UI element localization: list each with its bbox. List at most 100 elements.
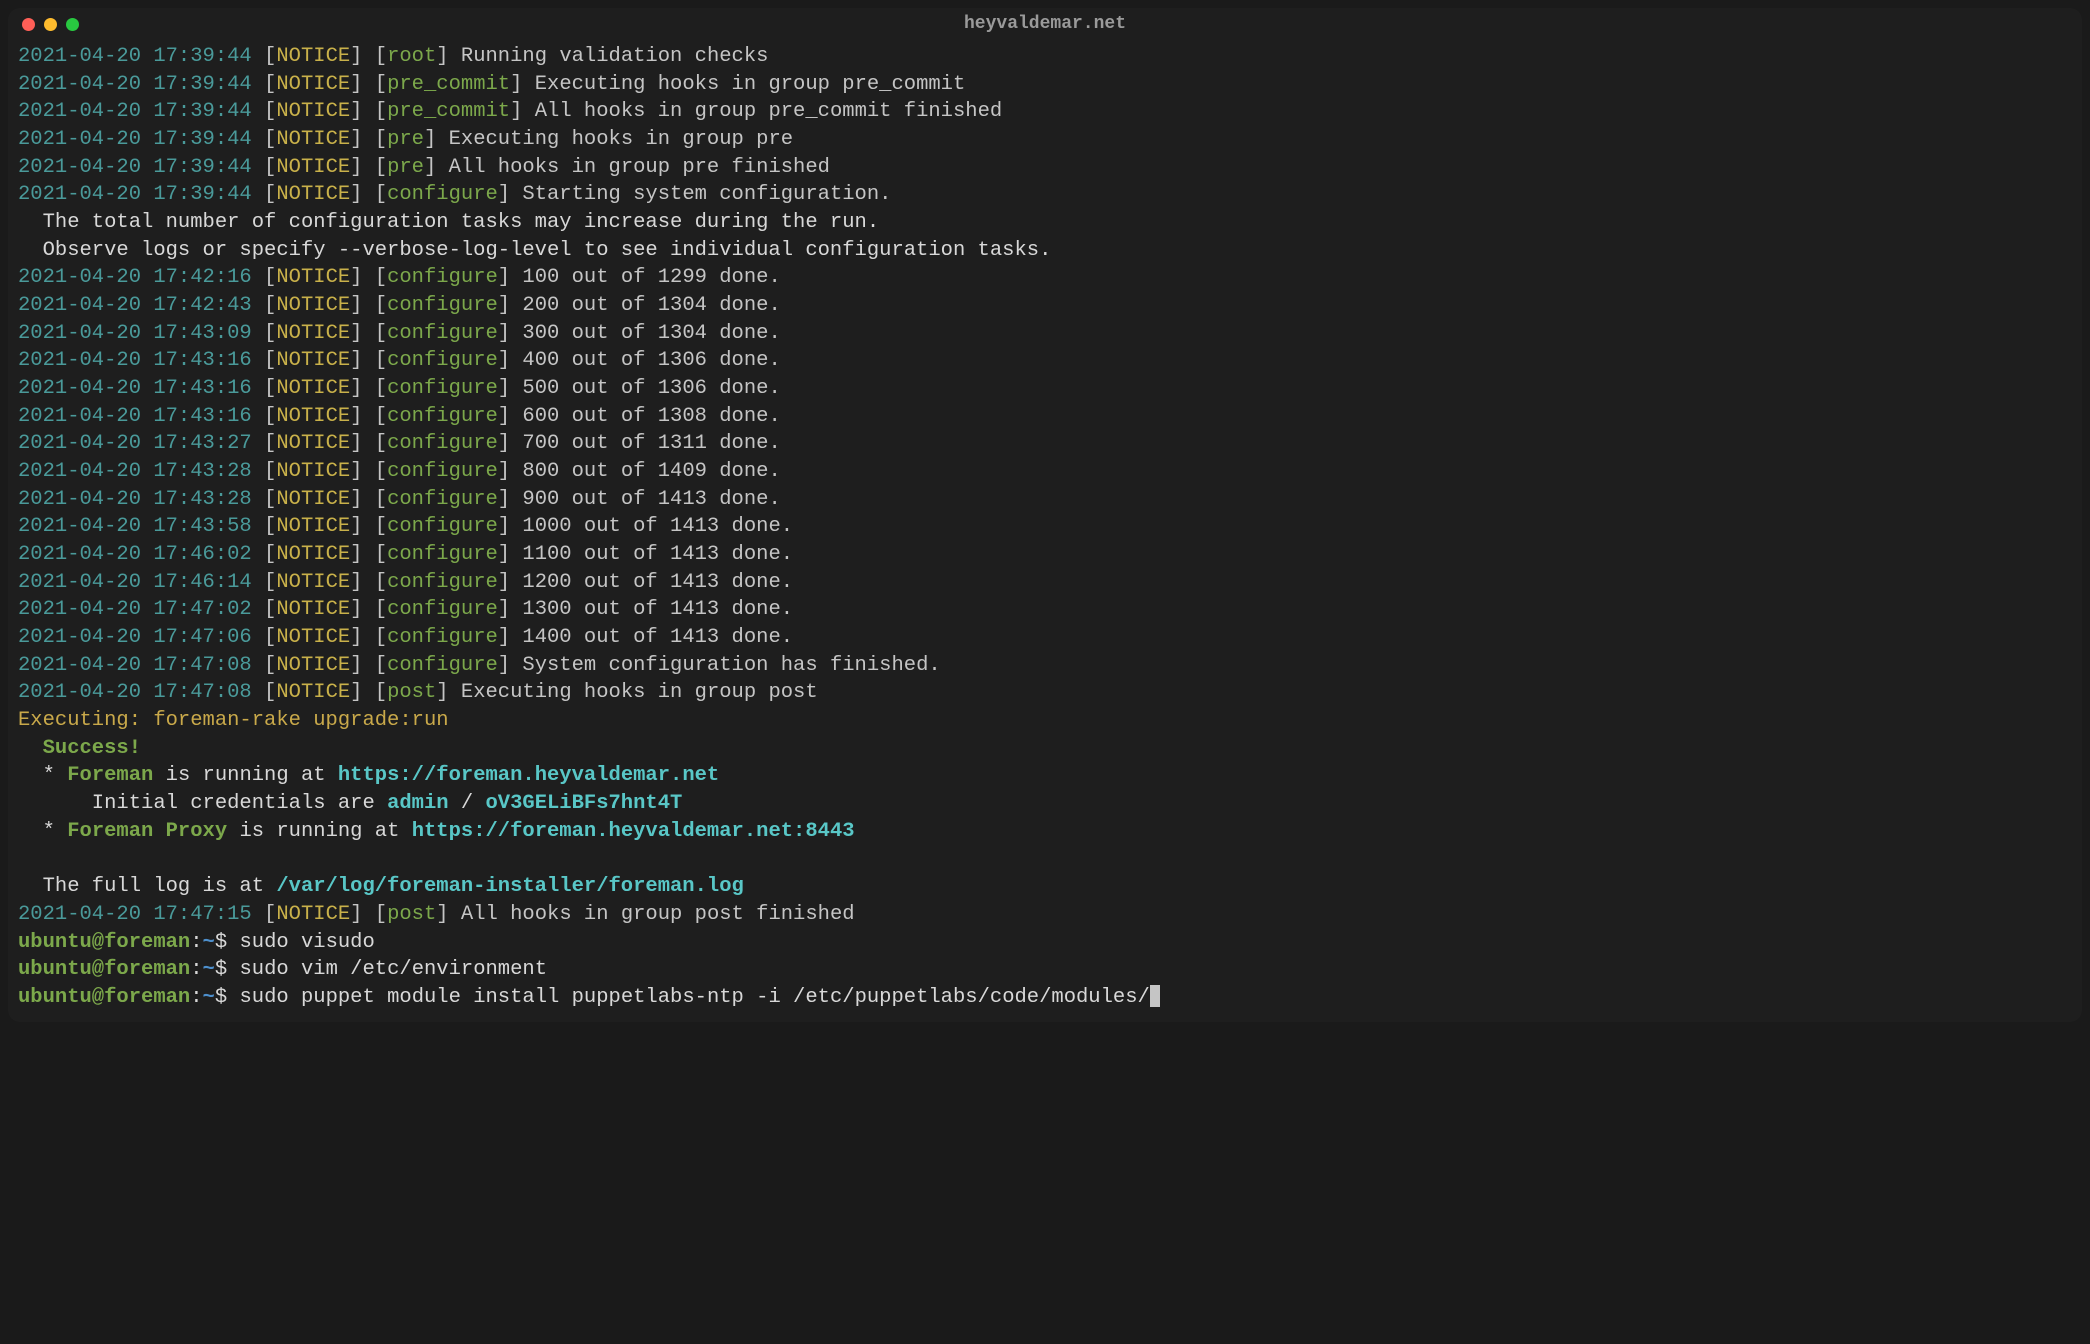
log-context: pre_commit bbox=[387, 100, 510, 123]
foreman-url-line: * Foreman is running at https://foreman.… bbox=[18, 762, 2072, 790]
log-message: Running validation checks bbox=[461, 45, 769, 68]
log-timestamp: 2021-04-20 17:47:08 bbox=[18, 654, 252, 677]
log-line: 2021-04-20 17:43:16 [NOTICE] [configure]… bbox=[18, 403, 2072, 431]
log-timestamp: 2021-04-20 17:39:44 bbox=[18, 156, 252, 179]
prompt-path: ~ bbox=[203, 986, 215, 1009]
log-message: 900 out of 1413 done. bbox=[522, 488, 780, 511]
log-level: NOTICE bbox=[276, 100, 350, 123]
log-level: NOTICE bbox=[276, 377, 350, 400]
log-level: NOTICE bbox=[276, 432, 350, 455]
log-line: 2021-04-20 17:46:02 [NOTICE] [configure]… bbox=[18, 541, 2072, 569]
log-level: NOTICE bbox=[276, 598, 350, 621]
foreman-name: Foreman bbox=[67, 764, 153, 787]
log-message: 1400 out of 1413 done. bbox=[522, 626, 793, 649]
log-timestamp: 2021-04-20 17:47:06 bbox=[18, 626, 252, 649]
log-line: 2021-04-20 17:47:06 [NOTICE] [configure]… bbox=[18, 624, 2072, 652]
log-context: configure bbox=[387, 405, 498, 428]
log-message: 1200 out of 1413 done. bbox=[522, 571, 793, 594]
creds-pass: oV3GELiBFs7hnt4T bbox=[485, 792, 682, 815]
foreman-proxy-line: * Foreman Proxy is running at https://fo… bbox=[18, 818, 2072, 846]
log-message: 800 out of 1409 done. bbox=[522, 460, 780, 483]
log-context: pre_commit bbox=[387, 73, 510, 96]
log-context: pre bbox=[387, 128, 424, 151]
log-level: NOTICE bbox=[276, 45, 350, 68]
log-timestamp: 2021-04-20 17:39:44 bbox=[18, 73, 252, 96]
log-context: configure bbox=[387, 598, 498, 621]
log-path-line: The full log is at /var/log/foreman-inst… bbox=[18, 873, 2072, 901]
log-timestamp: 2021-04-20 17:39:44 bbox=[18, 128, 252, 151]
log-context: configure bbox=[387, 432, 498, 455]
log-line: 2021-04-20 17:39:44 [NOTICE] [pre] Execu… bbox=[18, 126, 2072, 154]
log-message: 600 out of 1308 done. bbox=[522, 405, 780, 428]
log-context: configure bbox=[387, 349, 498, 372]
log-timestamp: 2021-04-20 17:43:27 bbox=[18, 432, 252, 455]
log-line: 2021-04-20 17:47:02 [NOTICE] [configure]… bbox=[18, 596, 2072, 624]
log-timestamp: 2021-04-20 17:47:08 bbox=[18, 681, 252, 704]
log-line: 2021-04-20 17:39:44 [NOTICE] [pre] All h… bbox=[18, 154, 2072, 182]
log-context: root bbox=[387, 45, 436, 68]
log-line: 2021-04-20 17:39:44 [NOTICE] [configure]… bbox=[18, 181, 2072, 209]
log-timestamp: 2021-04-20 17:43:28 bbox=[18, 460, 252, 483]
shell-command: sudo visudo bbox=[239, 931, 374, 954]
log-level: NOTICE bbox=[276, 488, 350, 511]
log-line: 2021-04-20 17:43:58 [NOTICE] [configure]… bbox=[18, 513, 2072, 541]
log-context: configure bbox=[387, 626, 498, 649]
titlebar: heyvaldemar.net bbox=[8, 8, 2082, 39]
log-line: 2021-04-20 17:43:16 [NOTICE] [configure]… bbox=[18, 347, 2072, 375]
log-timestamp: 2021-04-20 17:46:02 bbox=[18, 543, 252, 566]
log-message: 1100 out of 1413 done. bbox=[522, 543, 793, 566]
log-message: All hooks in group pre_commit finished bbox=[535, 100, 1002, 123]
log-context: configure bbox=[387, 515, 498, 538]
log-line: 2021-04-20 17:43:27 [NOTICE] [configure]… bbox=[18, 430, 2072, 458]
close-icon[interactable] bbox=[22, 18, 35, 31]
log-level: NOTICE bbox=[276, 681, 350, 704]
log-context: configure bbox=[387, 543, 498, 566]
log-level: NOTICE bbox=[276, 460, 350, 483]
log-message: Starting system configuration. bbox=[522, 183, 891, 206]
log-message: 400 out of 1306 done. bbox=[522, 349, 780, 372]
log-timestamp: 2021-04-20 17:39:44 bbox=[18, 45, 252, 68]
log-line: 2021-04-20 17:39:44 [NOTICE] [root] Runn… bbox=[18, 43, 2072, 71]
log-level: NOTICE bbox=[276, 294, 350, 317]
log-message: 500 out of 1306 done. bbox=[522, 377, 780, 400]
prompt-path: ~ bbox=[203, 958, 215, 981]
log-message: All hooks in group pre finished bbox=[449, 156, 830, 179]
success-line: Success! bbox=[18, 735, 2072, 763]
success-label: Success! bbox=[18, 737, 141, 760]
log-message: Executing hooks in group pre bbox=[449, 128, 793, 151]
log-path: /var/log/foreman-installer/foreman.log bbox=[276, 875, 743, 898]
log-level: NOTICE bbox=[276, 183, 350, 206]
log-line: 2021-04-20 17:42:43 [NOTICE] [configure]… bbox=[18, 292, 2072, 320]
log-line: 2021-04-20 17:39:44 [NOTICE] [pre_commit… bbox=[18, 71, 2072, 99]
log-line: 2021-04-20 17:43:28 [NOTICE] [configure]… bbox=[18, 486, 2072, 514]
log-context: configure bbox=[387, 294, 498, 317]
window-title: heyvaldemar.net bbox=[8, 12, 2082, 36]
log-message: 300 out of 1304 done. bbox=[522, 322, 780, 345]
log-level: NOTICE bbox=[276, 515, 350, 538]
log-message: System configuration has finished. bbox=[522, 654, 940, 677]
zoom-icon[interactable] bbox=[66, 18, 79, 31]
log-line: 2021-04-20 17:47:15 [NOTICE] [post] All … bbox=[18, 901, 2072, 929]
traffic-lights bbox=[22, 18, 79, 31]
terminal-body[interactable]: 2021-04-20 17:39:44 [NOTICE] [root] Runn… bbox=[8, 39, 2082, 1022]
log-timestamp: 2021-04-20 17:39:44 bbox=[18, 183, 252, 206]
log-line: 2021-04-20 17:43:28 [NOTICE] [configure]… bbox=[18, 458, 2072, 486]
log-level: NOTICE bbox=[276, 128, 350, 151]
minimize-icon[interactable] bbox=[44, 18, 57, 31]
log-message: 1000 out of 1413 done. bbox=[522, 515, 793, 538]
info-line: Observe logs or specify --verbose-log-le… bbox=[18, 237, 2072, 265]
log-context: configure bbox=[387, 654, 498, 677]
log-level: NOTICE bbox=[276, 266, 350, 289]
log-context: configure bbox=[387, 322, 498, 345]
prompt-user-host: ubuntu@foreman bbox=[18, 931, 190, 954]
log-timestamp: 2021-04-20 17:42:16 bbox=[18, 266, 252, 289]
log-line: 2021-04-20 17:42:16 [NOTICE] [configure]… bbox=[18, 264, 2072, 292]
log-message: 1300 out of 1413 done. bbox=[522, 598, 793, 621]
log-context: pre bbox=[387, 156, 424, 179]
log-context: post bbox=[387, 903, 436, 926]
log-line: 2021-04-20 17:47:08 [NOTICE] [post] Exec… bbox=[18, 679, 2072, 707]
log-line: 2021-04-20 17:46:14 [NOTICE] [configure]… bbox=[18, 569, 2072, 597]
log-timestamp: 2021-04-20 17:43:16 bbox=[18, 377, 252, 400]
log-timestamp: 2021-04-20 17:43:58 bbox=[18, 515, 252, 538]
log-context: configure bbox=[387, 488, 498, 511]
